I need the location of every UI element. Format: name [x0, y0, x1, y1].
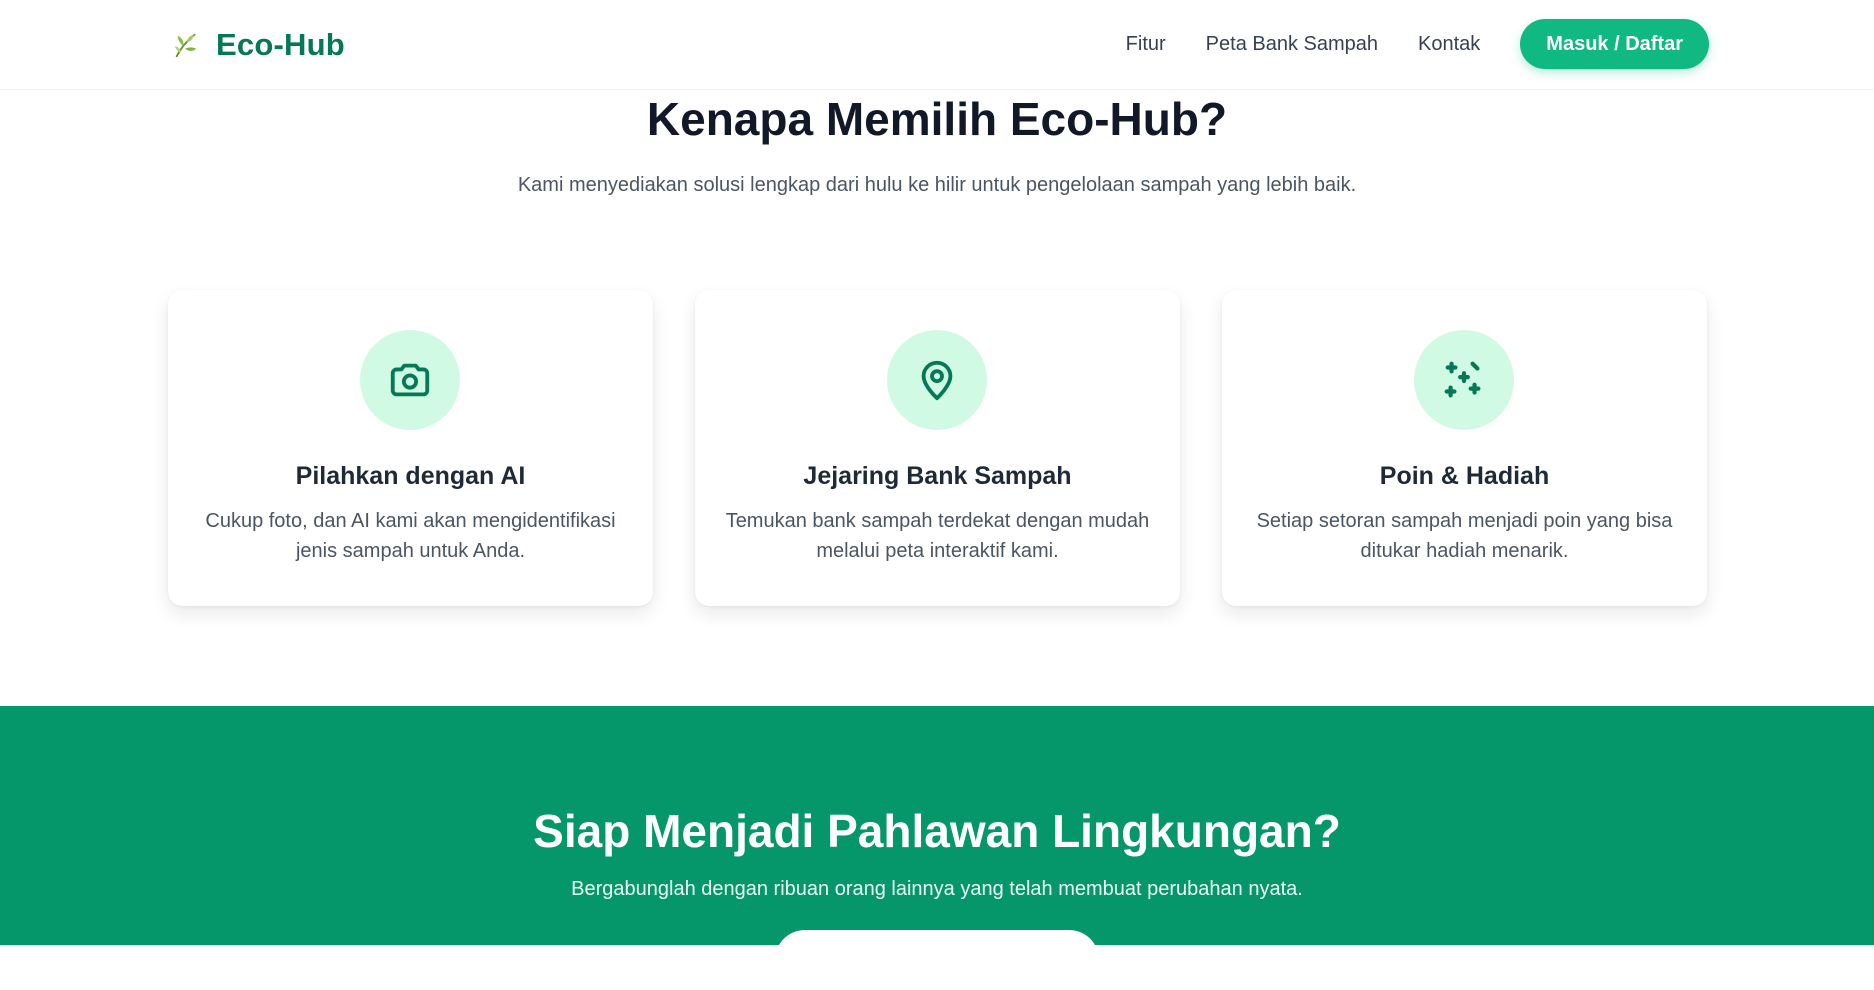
features-subtitle: Kami menyediakan solusi lengkap dari hul… — [517, 174, 1357, 196]
cta-section: Siap Menjadi Pahlawan Lingkungan? Bergab… — [0, 706, 1874, 990]
map-pin-icon — [921, 360, 953, 401]
features-title: Kenapa Memilih Eco-Hub? — [646, 93, 1228, 145]
feature-title: Poin & Hadiah — [1379, 462, 1550, 490]
main-nav: Fitur Peta Bank Sampah Kontak Masuk / Da… — [1126, 19, 1709, 69]
cta-subtitle: Bergabunglah dengan ribuan orang lainnya… — [571, 878, 1303, 900]
feature-cards: Pilahkan dengan AI Cukup foto, dan AI ka… — [168, 290, 1707, 606]
feature-title: Jejaring Bank Sampah — [803, 462, 1072, 490]
feature-icon-circle — [887, 330, 987, 430]
camera-icon — [390, 363, 430, 397]
nav-link-peta-bank-sampah[interactable]: Peta Bank Sampah — [1206, 33, 1378, 56]
cta-title: Siap Menjadi Pahlawan Lingkungan? — [533, 805, 1341, 857]
cta-button[interactable] — [775, 930, 1099, 990]
feature-description: Temukan bank sampah terdekat dengan muda… — [725, 510, 1150, 562]
brand-name: Eco-Hub — [216, 27, 345, 62]
leaf-icon — [174, 33, 197, 58]
nav-link-fitur[interactable]: Fitur — [1126, 33, 1166, 56]
feature-icon-circle — [360, 330, 460, 430]
sparkles-icon — [1444, 361, 1481, 398]
feature-card-bank-sampah: Jejaring Bank Sampah Temukan bank sampah… — [695, 290, 1180, 606]
feature-description: Setiap setoran sampah menjadi poin yang … — [1256, 510, 1673, 562]
site-header: Eco-Hub Fitur Peta Bank Sampah Kontak Ma… — [0, 0, 1874, 90]
nav-link-kontak[interactable]: Kontak — [1418, 33, 1480, 56]
feature-description: Cukup foto, dan AI kami akan mengidentif… — [205, 510, 616, 562]
feature-card-ai: Pilahkan dengan AI Cukup foto, dan AI ka… — [168, 290, 653, 606]
feature-title: Pilahkan dengan AI — [295, 462, 526, 490]
login-register-button[interactable]: Masuk / Daftar — [1520, 19, 1709, 69]
feature-icon-circle — [1414, 330, 1514, 430]
feature-card-poin-hadiah: Poin & Hadiah Setiap setoran sampah menj… — [1222, 290, 1707, 606]
brand-logo[interactable]: Eco-Hub — [172, 25, 345, 65]
